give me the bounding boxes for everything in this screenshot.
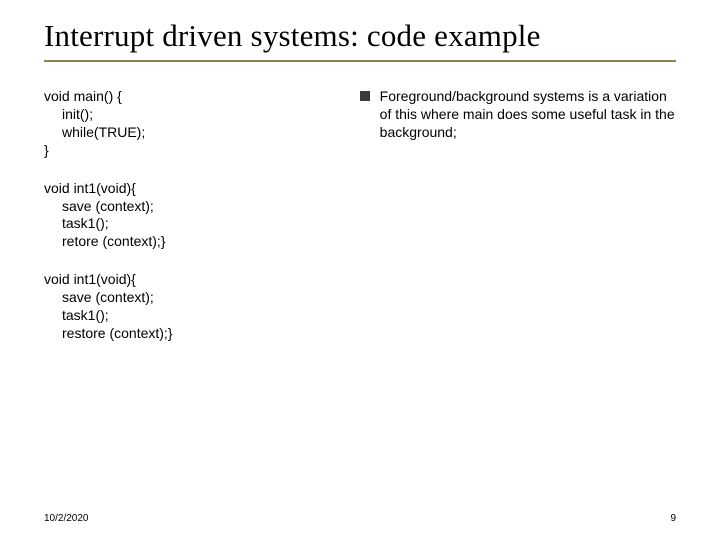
bullet-item: Foreground/background systems is a varia… [360,88,676,142]
code-block-int1a: void int1(void){ save (context); task1()… [44,180,344,252]
code-line: void int1(void){ [44,271,136,287]
code-block-int1b: void int1(void){ save (context); task1()… [44,271,344,343]
left-column: void main() { init(); while(TRUE); } voi… [44,88,354,363]
code-block-main: void main() { init(); while(TRUE); } [44,88,344,160]
content-area: void main() { init(); while(TRUE); } voi… [44,88,676,363]
code-line: void int1(void){ [44,180,136,196]
right-column: Foreground/background systems is a varia… [354,88,676,363]
title-underline [44,60,676,62]
code-line: void main() { [44,88,122,104]
code-line: while(TRUE); [44,124,344,142]
code-line: } [44,142,49,158]
code-line: save (context); [44,198,344,216]
code-line: task1(); [44,307,344,325]
slide: Interrupt driven systems: code example v… [0,0,720,540]
code-line: save (context); [44,289,344,307]
code-line: restore (context);} [44,325,344,343]
slide-title: Interrupt driven systems: code example [44,18,676,54]
square-bullet-icon [360,91,370,101]
code-line: task1(); [44,215,344,233]
footer: 10/2/2020 9 [44,513,676,524]
code-line: init(); [44,106,344,124]
footer-date: 10/2/2020 [44,513,89,524]
footer-page-number: 9 [670,513,676,524]
bullet-text: Foreground/background systems is a varia… [380,88,676,142]
code-line: retore (context);} [44,233,344,251]
